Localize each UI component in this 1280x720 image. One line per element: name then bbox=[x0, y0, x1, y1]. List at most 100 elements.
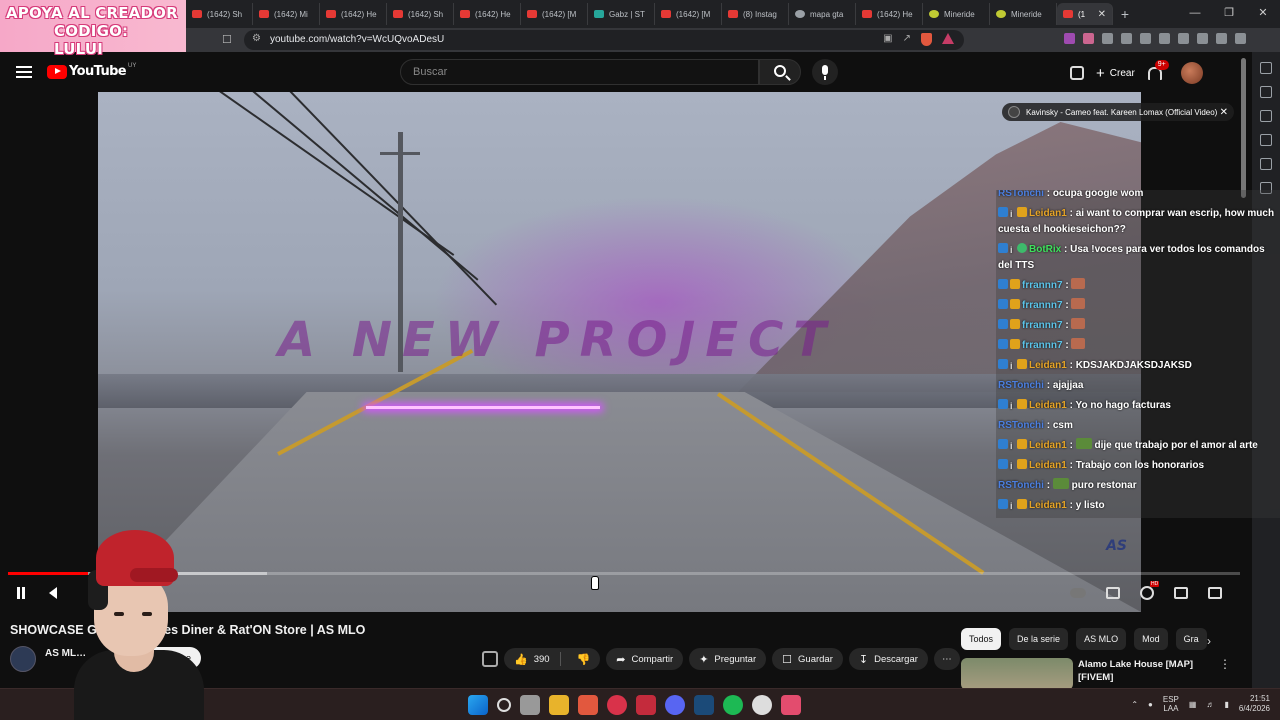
side-panel-icon[interactable] bbox=[1260, 62, 1272, 74]
chevron-up-icon[interactable]: ⌃ bbox=[1131, 700, 1138, 709]
mic-icon[interactable]: ● bbox=[1148, 700, 1153, 709]
file-explorer-icon[interactable] bbox=[549, 695, 569, 715]
chevron-right-icon[interactable]: › bbox=[1207, 634, 1211, 648]
filter-chip[interactable]: Gra bbox=[1175, 628, 1207, 650]
youtube-logo[interactable]: YouTube UY bbox=[47, 63, 136, 79]
sidebar-icon[interactable] bbox=[1159, 33, 1170, 44]
browser-tab-active[interactable]: (1 ✕ bbox=[1057, 3, 1113, 25]
browser-tab[interactable]: (1642) He bbox=[454, 3, 521, 25]
app-icon[interactable] bbox=[781, 695, 801, 715]
speaker-icon[interactable]: ♬ bbox=[1206, 700, 1214, 709]
screen-icon[interactable]: ▣ bbox=[883, 33, 892, 46]
maximize-icon[interactable]: ❐ bbox=[1212, 0, 1246, 28]
new-tab-button[interactable]: + bbox=[1113, 3, 1137, 25]
brave-shield-icon[interactable] bbox=[921, 33, 932, 46]
browser-tab[interactable]: Gabz | ST bbox=[588, 3, 655, 25]
fullscreen-icon[interactable] bbox=[1208, 587, 1222, 599]
browser-tab[interactable]: (1642) Sh bbox=[387, 3, 454, 25]
notifications-bell-icon[interactable]: 9+ bbox=[1147, 60, 1169, 80]
cast-icon[interactable] bbox=[1070, 66, 1084, 80]
browser-tab[interactable]: (1642) He bbox=[856, 3, 923, 25]
share-icon[interactable]: ↗ bbox=[903, 33, 911, 46]
extension-icon[interactable] bbox=[1064, 33, 1075, 44]
filter-chip[interactable]: De la serie bbox=[1009, 628, 1069, 650]
recommendation-title[interactable]: Alamo Lake House [MAP] [FIVEM] bbox=[1078, 658, 1208, 684]
filter-chip[interactable]: Todos bbox=[961, 628, 1002, 650]
system-tray: ⌃ ● ESP LAA ▦ ♬ ▮ 21:51 6/4/2026 bbox=[1131, 694, 1270, 714]
voice-search-button[interactable] bbox=[812, 59, 838, 85]
side-panel-icon[interactable] bbox=[1260, 134, 1272, 146]
side-panel-icon[interactable] bbox=[1260, 158, 1272, 170]
language-indicator[interactable]: ESP LAA bbox=[1163, 695, 1179, 713]
side-panel-icon[interactable] bbox=[1260, 110, 1272, 122]
filter-chip[interactable]: Mod bbox=[1134, 628, 1168, 650]
puzzle-icon[interactable] bbox=[1102, 33, 1113, 44]
dislike-button[interactable]: 👎 bbox=[567, 653, 601, 666]
create-button[interactable]: + Crear bbox=[1096, 65, 1135, 82]
battery-icon[interactable]: ▮ bbox=[1224, 700, 1228, 709]
extension-icon[interactable] bbox=[1083, 33, 1094, 44]
minimize-icon[interactable]: — bbox=[1178, 0, 1212, 28]
discord-icon[interactable] bbox=[665, 695, 685, 715]
vpn-icon[interactable] bbox=[1216, 33, 1227, 44]
site-settings-icon[interactable]: ⚙ bbox=[252, 33, 261, 44]
browser-tab[interactable]: mapa gta bbox=[789, 3, 856, 25]
browser-tab[interactable]: (1642) Sh bbox=[186, 3, 253, 25]
wallet-icon[interactable] bbox=[1178, 33, 1189, 44]
chrome-icon[interactable] bbox=[752, 695, 772, 715]
steam-icon[interactable] bbox=[694, 695, 714, 715]
filter-chip[interactable]: AS MLO bbox=[1076, 628, 1127, 650]
browser-tab[interactable]: (1642) He bbox=[320, 3, 387, 25]
clock[interactable]: 21:51 6/4/2026 bbox=[1239, 694, 1270, 714]
browser-tab[interactable]: (8) Instag bbox=[722, 3, 789, 25]
extension-icon[interactable] bbox=[1121, 33, 1132, 44]
browser-tab[interactable]: (1642) [M bbox=[521, 3, 588, 25]
subtitles-icon[interactable] bbox=[1106, 587, 1120, 599]
bookmark-icon[interactable]: ☐ bbox=[222, 33, 234, 47]
url-box[interactable]: ⚙ youtube.com/watch?v=WcUQvoADesU ▣ ↗ bbox=[244, 30, 964, 50]
channel-avatar[interactable] bbox=[10, 646, 36, 672]
search-input[interactable] bbox=[401, 60, 758, 84]
network-icon[interactable]: ▦ bbox=[1189, 700, 1197, 709]
music-icon[interactable] bbox=[1140, 33, 1151, 44]
taskbar-search-icon[interactable] bbox=[497, 698, 511, 712]
brave-browser-icon[interactable] bbox=[578, 695, 598, 715]
app-icon[interactable] bbox=[636, 695, 656, 715]
task-view-icon[interactable] bbox=[520, 695, 540, 715]
pause-icon[interactable] bbox=[15, 587, 27, 599]
url-text[interactable]: youtube.com/watch?v=WcUQvoADesU bbox=[270, 34, 444, 45]
settings-gear-icon[interactable] bbox=[1140, 581, 1160, 600]
brave-rewards-icon[interactable] bbox=[942, 33, 954, 44]
close-icon[interactable]: ✕ bbox=[1220, 107, 1228, 118]
close-tab-icon[interactable]: ✕ bbox=[1098, 9, 1106, 20]
side-panel-icon[interactable] bbox=[1260, 86, 1272, 98]
ai-icon[interactable] bbox=[1197, 33, 1208, 44]
close-window-icon[interactable]: ✕ bbox=[1246, 0, 1280, 28]
spotify-icon[interactable] bbox=[723, 695, 743, 715]
browser-tab[interactable]: (1642) Mi bbox=[253, 3, 320, 25]
ask-button[interactable]: ✦ Preguntar bbox=[689, 648, 767, 670]
download-button[interactable]: ↧ Descargar bbox=[848, 648, 928, 670]
avatar[interactable] bbox=[1180, 62, 1203, 84]
browser-tab[interactable]: Mineride bbox=[923, 3, 990, 25]
media-app-icon[interactable] bbox=[607, 695, 627, 715]
hype-icon[interactable] bbox=[482, 651, 498, 667]
page-scrollbar[interactable] bbox=[1241, 58, 1246, 198]
menu-hamburger-icon[interactable] bbox=[16, 66, 32, 78]
save-button[interactable]: ☐ Guardar bbox=[772, 648, 843, 670]
theater-mode-icon[interactable] bbox=[1174, 587, 1188, 599]
channel-name[interactable]: AS ML… bbox=[45, 648, 86, 659]
windows-start-icon[interactable] bbox=[468, 695, 488, 715]
more-vert-icon[interactable]: ⋮ bbox=[1219, 657, 1231, 671]
recommendation-thumbnail[interactable] bbox=[961, 658, 1073, 690]
autoplay-toggle[interactable] bbox=[1070, 588, 1086, 598]
like-button[interactable]: 👍 390 bbox=[504, 652, 561, 666]
video-player[interactable]: A NEW PROJECT AS bbox=[98, 92, 1141, 612]
menu-icon[interactable] bbox=[1235, 33, 1246, 44]
search-button[interactable] bbox=[759, 59, 801, 85]
browser-tab[interactable]: (1642) [M bbox=[655, 3, 722, 25]
volume-icon[interactable] bbox=[49, 587, 57, 599]
share-button[interactable]: ➦ Compartir bbox=[606, 648, 684, 670]
browser-tab[interactable]: Mineride bbox=[990, 3, 1057, 25]
more-actions-button[interactable]: ⋯ bbox=[933, 648, 960, 670]
